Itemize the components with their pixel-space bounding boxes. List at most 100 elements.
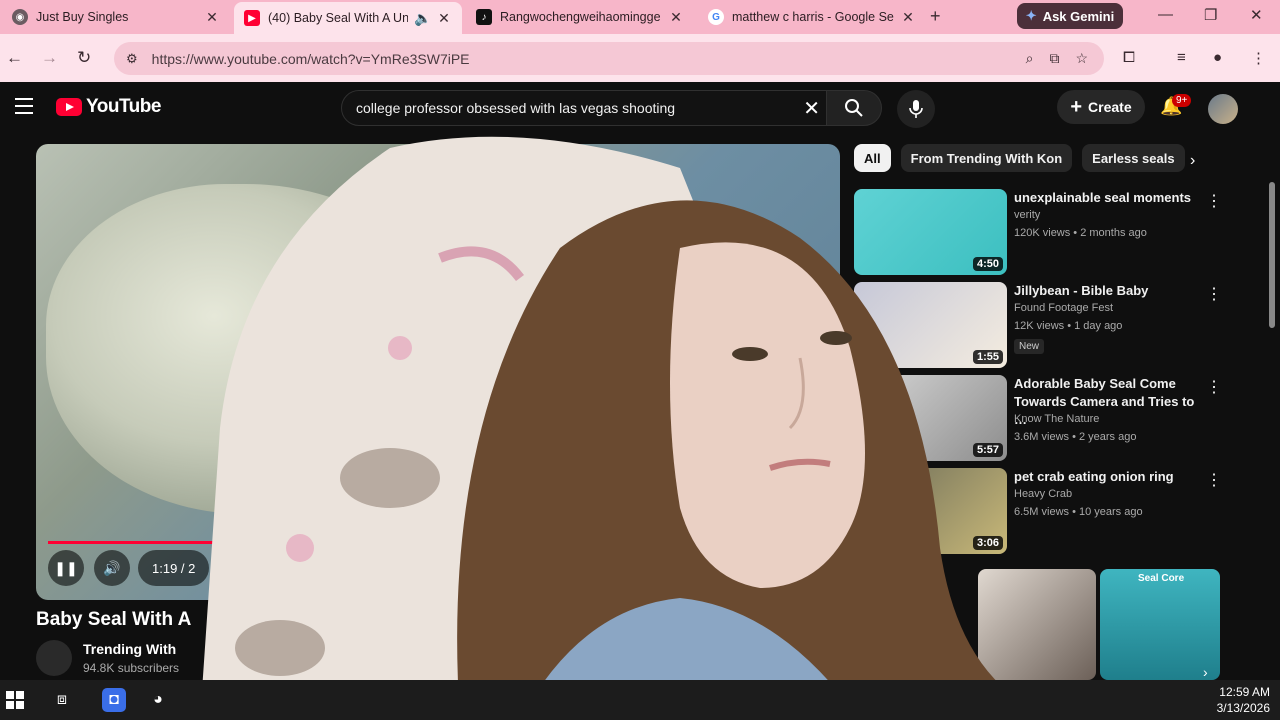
site-info-icon[interactable]: ⚙ xyxy=(126,51,138,67)
youtube-page: YouTube college professor obsessed with … xyxy=(0,82,1280,680)
search-box[interactable]: college professor obsessed with las vega… xyxy=(341,90,827,126)
voice-search-button[interactable] xyxy=(897,90,935,128)
chip-from-channel[interactable]: From Trending With Kon xyxy=(900,144,1073,172)
chrome-icon[interactable]: ◕ xyxy=(146,688,170,712)
notification-badge: 9+ xyxy=(1172,94,1192,107)
channel-subscribers: 94.8K subscribers xyxy=(83,661,180,675)
video-frame-seal xyxy=(46,184,466,514)
recommendation-title[interactable]: pet crab eating onion ring xyxy=(1014,468,1200,486)
video-player[interactable]: ❚❚ 🔊 1:19 / 2 xyxy=(36,144,840,600)
video-thumbnail[interactable]: 1:55 xyxy=(854,282,1007,368)
create-button[interactable]: + Create xyxy=(1057,90,1145,124)
sparkle-icon: ✦ xyxy=(1025,8,1037,23)
bookmark-star-icon[interactable]: ☆ xyxy=(1075,50,1088,67)
chip-earless-seals[interactable]: Earless seals xyxy=(1082,144,1185,172)
channel-avatar[interactable] xyxy=(36,640,72,676)
duration-badge: 5:57 xyxy=(972,443,1003,457)
chevron-right-icon[interactable]: › xyxy=(1190,152,1195,170)
close-icon[interactable]: ✕ xyxy=(204,9,220,26)
close-window-icon[interactable]: ✕ xyxy=(1250,6,1263,24)
recommendation-meta: 3.6M views • 2 years ago xyxy=(1014,431,1137,443)
reload-icon[interactable]: ↻ xyxy=(77,48,91,68)
chip-all[interactable]: All xyxy=(854,144,891,172)
windows-taskbar: ⧈ ◘ ◕ 12:59 AM 3/13/2026 xyxy=(0,680,1280,720)
youtube-play-icon xyxy=(56,98,82,116)
more-options-icon[interactable]: ⋮ xyxy=(1206,377,1222,397)
close-icon[interactable]: ✕ xyxy=(668,9,684,26)
more-options-icon[interactable]: ⋮ xyxy=(1206,284,1222,304)
shelf-label: Seal Core xyxy=(1138,573,1185,584)
chevron-right-icon[interactable]: › xyxy=(1203,664,1208,680)
address-bar[interactable]: ⚙ https://www.youtube.com/watch?v=YmRe3S… xyxy=(114,42,1104,75)
search-button[interactable] xyxy=(826,90,882,126)
video-thumbnail[interactable]: 3:06 xyxy=(854,468,1007,554)
google-icon: G xyxy=(708,9,724,25)
tiktok-icon: ♪ xyxy=(476,9,492,25)
progress-fill xyxy=(48,541,220,544)
duration-badge: 3:06 xyxy=(972,536,1003,550)
close-icon[interactable]: ✕ xyxy=(900,9,916,26)
more-options-icon[interactable]: ⋮ xyxy=(1206,470,1222,490)
page-scrollbar[interactable] xyxy=(1268,182,1276,680)
account-avatar[interactable] xyxy=(1208,94,1238,124)
task-view-icon[interactable]: ⧈ xyxy=(50,688,74,712)
recommendation-title[interactable]: Jillybean - Bible Baby xyxy=(1014,282,1200,300)
speaker-icon[interactable]: 🔈 xyxy=(414,10,431,27)
search-icon xyxy=(845,99,863,117)
recommendation-channel[interactable]: Heavy Crab xyxy=(1014,488,1072,500)
recommendation-item[interactable]: 5:57 Adorable Baby Seal Come Towards Cam… xyxy=(854,375,1224,461)
progress-bar[interactable] xyxy=(48,541,828,544)
recommendation-meta: 6.5M views • 10 years ago xyxy=(1014,506,1143,518)
new-tab-button[interactable]: + xyxy=(930,6,941,27)
extensions-icon[interactable]: ⧠ xyxy=(1123,49,1135,66)
recommendation-channel[interactable]: Found Footage Fest xyxy=(1014,302,1113,314)
browser-toolbar: ← → ↻ ⚙ https://www.youtube.com/watch?v=… xyxy=(0,34,1280,82)
more-options-icon[interactable]: ⋮ xyxy=(1206,191,1222,211)
tab-youtube[interactable]: ▶ (40) Baby Seal With A Uni 🔈 ✕ xyxy=(234,2,462,34)
browser-tab-strip: ◉ Just Buy Singles ✕ ▶ (40) Baby Seal Wi… xyxy=(0,0,1280,34)
youtube-logo[interactable]: YouTube xyxy=(56,96,161,118)
forward-icon[interactable]: → xyxy=(41,48,58,68)
menu-kebab-icon[interactable]: ⋮ xyxy=(1251,49,1266,67)
recommendation-channel[interactable]: Know The Nature xyxy=(1014,413,1099,425)
windows-start-icon[interactable] xyxy=(6,691,24,709)
restore-icon[interactable]: ❐ xyxy=(1204,6,1217,24)
back-icon[interactable]: ← xyxy=(6,48,23,68)
new-badge: New xyxy=(1014,339,1045,354)
recommendation-item[interactable]: 3:06 pet crab eating onion ring Heavy Cr… xyxy=(854,468,1224,554)
video-thumbnail[interactable]: 5:57 xyxy=(854,375,1007,461)
media-control-icon[interactable]: ≡ xyxy=(1177,49,1186,66)
clear-search-icon[interactable]: ✕ xyxy=(803,96,820,121)
menu-hamburger-icon[interactable] xyxy=(15,98,33,119)
close-icon[interactable]: ✕ xyxy=(436,10,452,27)
recommendation-item[interactable]: 4:50 unexplainable seal moments verity 1… xyxy=(854,189,1224,275)
tab-just-buy-singles[interactable]: ◉ Just Buy Singles ✕ xyxy=(2,2,230,32)
plus-icon: + xyxy=(1070,95,1083,118)
tab-title: matthew c harris - Google Se xyxy=(732,10,894,24)
create-label: Create xyxy=(1088,99,1132,115)
install-app-icon[interactable]: ⧉ xyxy=(1049,50,1059,67)
filter-chips: All From Trending With Kon Earless seals xyxy=(854,144,1185,172)
video-thumbnail[interactable]: 4:50 xyxy=(854,189,1007,275)
minimize-icon[interactable]: — xyxy=(1158,6,1173,23)
tab-title: Rangwochengweihaomingge xyxy=(500,10,661,24)
search-input[interactable]: college professor obsessed with las vega… xyxy=(356,100,675,116)
globe-icon: ◉ xyxy=(12,9,28,25)
pause-button[interactable]: ❚❚ xyxy=(48,550,84,586)
shelf-thumbnail[interactable]: Seal Core xyxy=(1100,569,1220,680)
profile-icon[interactable]: ● xyxy=(1213,49,1222,66)
volume-button[interactable]: 🔊 xyxy=(94,550,130,586)
system-clock[interactable]: 12:59 AM 3/13/2026 xyxy=(1217,684,1270,716)
ask-gemini-button[interactable]: ✦ Ask Gemini xyxy=(1017,3,1123,29)
tab-google[interactable]: G matthew c harris - Google Se ✕ xyxy=(698,2,926,32)
volume-icon: 🔊 xyxy=(103,559,121,576)
app-icon[interactable]: ◘ xyxy=(102,688,126,712)
url-text[interactable]: https://www.youtube.com/watch?v=YmRe3SW7… xyxy=(152,51,470,67)
channel-name[interactable]: Trending With xyxy=(83,641,176,657)
shelf-thumbnail[interactable] xyxy=(978,569,1096,680)
zoom-icon[interactable]: ⌕ xyxy=(1026,50,1034,67)
tab-tiktok[interactable]: ♪ Rangwochengweihaomingge ✕ xyxy=(466,2,694,32)
recommendation-item[interactable]: 1:55 Jillybean - Bible Baby Found Footag… xyxy=(854,282,1224,368)
recommendation-channel[interactable]: verity xyxy=(1014,209,1040,221)
recommendation-title[interactable]: unexplainable seal moments xyxy=(1014,189,1200,207)
